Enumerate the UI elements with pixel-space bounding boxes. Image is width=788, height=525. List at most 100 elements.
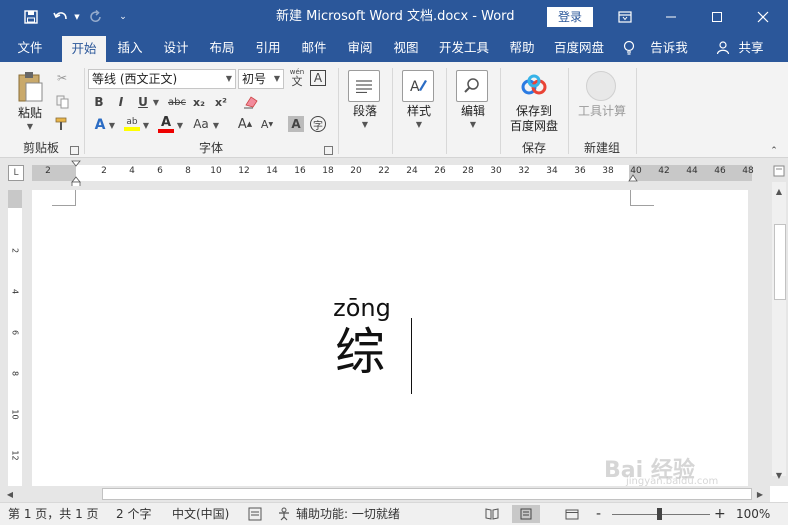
tab-review[interactable]: 审阅 xyxy=(338,34,382,62)
macro-record-icon[interactable] xyxy=(248,503,264,525)
zoom-in-button[interactable]: + xyxy=(714,503,726,525)
word-count[interactable]: 2 个字 xyxy=(116,503,151,525)
strikethrough-button[interactable]: abc xyxy=(166,94,188,110)
superscript-button[interactable]: x² xyxy=(212,94,230,110)
ribbon-display-icon[interactable] xyxy=(602,0,648,34)
scroll-down-icon[interactable]: ▼ xyxy=(770,466,788,484)
paragraph-icon[interactable] xyxy=(348,70,380,102)
font-color-dropdown-icon[interactable]: ▼ xyxy=(176,121,184,130)
undo-icon[interactable] xyxy=(50,0,72,34)
zoom-slider-thumb[interactable] xyxy=(657,508,662,520)
scroll-up-icon[interactable]: ▲ xyxy=(770,182,788,200)
vertical-scrollbar[interactable]: ▲ ▼ xyxy=(770,158,788,486)
clear-formatting-icon[interactable] xyxy=(242,94,260,110)
editing-dropdown-icon[interactable]: ▼ xyxy=(469,120,477,129)
paragraph-dropdown-icon[interactable]: ▼ xyxy=(361,120,369,129)
paragraph-button[interactable]: 段落 xyxy=(340,104,390,119)
zoom-level[interactable]: 100% xyxy=(736,503,770,525)
language-indicator[interactable]: 中文(中国) xyxy=(172,503,229,525)
maximize-icon[interactable] xyxy=(694,0,740,34)
font-color-icon[interactable]: A xyxy=(156,114,176,134)
styles-icon[interactable]: A xyxy=(402,70,434,102)
highlight-dropdown-icon[interactable]: ▼ xyxy=(142,121,150,130)
font-launcher-icon[interactable] xyxy=(324,146,333,155)
tab-selector[interactable]: L xyxy=(8,165,24,181)
grow-font-icon[interactable]: A ▲ xyxy=(236,116,254,132)
vertical-scroll-track[interactable] xyxy=(772,182,786,476)
tab-file[interactable]: 文件 xyxy=(8,34,52,62)
phonetic-guide-icon[interactable]: wén 文 xyxy=(288,66,306,88)
bold-button[interactable]: B xyxy=(92,94,106,110)
page-count[interactable]: 第 1 页，共 1 页 xyxy=(8,503,99,525)
right-indent-marker-icon[interactable] xyxy=(628,170,638,184)
share-button[interactable]: 共享 xyxy=(734,34,768,62)
tab-design[interactable]: 设计 xyxy=(154,34,198,62)
lightbulb-icon[interactable] xyxy=(622,34,636,62)
pinyin-text[interactable]: zōng xyxy=(332,294,392,322)
text-effects-icon[interactable]: A xyxy=(92,116,108,134)
save-to-baidu-label-2[interactable]: 百度网盘 xyxy=(502,119,566,134)
enclose-characters-icon[interactable]: 字 xyxy=(310,116,326,132)
tell-me-input[interactable]: 告诉我 xyxy=(644,34,694,62)
italic-button[interactable]: I xyxy=(114,94,128,110)
save-icon[interactable] xyxy=(20,0,42,34)
font-name-select[interactable]: 等线 (西文正文) ▼ xyxy=(88,69,236,89)
tab-layout[interactable]: 布局 xyxy=(200,34,244,62)
web-layout-icon[interactable] xyxy=(558,505,586,523)
character-shading-icon[interactable]: A xyxy=(288,116,304,132)
tab-insert[interactable]: 插入 xyxy=(108,34,152,62)
tab-references[interactable]: 引用 xyxy=(246,34,290,62)
subscript-button[interactable]: x₂ xyxy=(190,94,208,110)
styles-dropdown-icon[interactable]: ▼ xyxy=(415,120,423,129)
horizontal-scroll-thumb[interactable] xyxy=(102,488,752,500)
close-icon[interactable] xyxy=(740,0,786,34)
save-to-baidu-label-1[interactable]: 保存到 xyxy=(502,104,566,119)
minimize-icon[interactable] xyxy=(648,0,694,34)
vertical-ruler[interactable]: 2 4 6 8 10 12 xyxy=(8,190,22,486)
tab-view[interactable]: 视图 xyxy=(384,34,428,62)
search-icon[interactable] xyxy=(456,70,488,102)
ruler-toggle-icon[interactable] xyxy=(770,162,788,180)
shrink-font-icon[interactable]: A ▼ xyxy=(258,116,276,132)
indent-marker-icon[interactable] xyxy=(71,160,81,188)
highlight-color-icon[interactable]: ab xyxy=(122,114,142,134)
underline-button[interactable]: U xyxy=(136,94,150,110)
baidu-netdisk-icon[interactable] xyxy=(518,70,550,102)
font-size-select[interactable]: 初号 ▼ xyxy=(238,69,284,89)
styles-button[interactable]: 样式 xyxy=(394,104,444,119)
tab-home[interactable]: 开始 xyxy=(62,36,106,62)
read-mode-icon[interactable] xyxy=(478,505,506,523)
change-case-dropdown-icon[interactable]: ▼ xyxy=(212,121,220,130)
scroll-left-icon[interactable]: ◀ xyxy=(2,486,18,502)
login-button[interactable]: 登录 xyxy=(547,7,593,27)
zoom-out-button[interactable]: - xyxy=(596,503,606,525)
character-border-icon[interactable]: A xyxy=(310,70,326,86)
collapse-ribbon-icon[interactable]: ⌃ xyxy=(768,146,780,156)
vertical-scroll-thumb[interactable] xyxy=(774,224,786,300)
format-painter-icon[interactable] xyxy=(54,116,70,132)
chinese-character[interactable]: 综 xyxy=(325,322,395,382)
tab-help[interactable]: 帮助 xyxy=(500,34,544,62)
document-page[interactable]: zōng 综 xyxy=(32,190,748,486)
clipboard-launcher-icon[interactable] xyxy=(70,146,79,155)
change-case-button[interactable]: Aa xyxy=(190,116,212,132)
text-effects-dropdown-icon[interactable]: ▼ xyxy=(108,121,116,130)
undo-dropdown-icon[interactable]: ▼ xyxy=(72,0,82,34)
customize-icon[interactable]: ⌄ xyxy=(116,0,130,34)
underline-dropdown-icon[interactable]: ▼ xyxy=(152,98,160,107)
share-person-icon[interactable] xyxy=(716,34,730,62)
print-layout-icon[interactable] xyxy=(512,505,540,523)
tab-mailings[interactable]: 邮件 xyxy=(292,34,336,62)
tab-baidu-netdisk[interactable]: 百度网盘 xyxy=(548,34,610,62)
editing-button[interactable]: 编辑 xyxy=(448,104,498,119)
paste-dropdown-icon[interactable]: ▼ xyxy=(26,122,34,131)
accessibility-icon[interactable] xyxy=(276,503,294,525)
tab-developer[interactable]: 开发工具 xyxy=(434,34,494,62)
paste-icon[interactable] xyxy=(14,70,46,104)
horizontal-scrollbar[interactable]: ◀ ▶ xyxy=(0,486,770,502)
horizontal-ruler[interactable]: 2 2 4 6 8 10 12 14 16 18 20 22 24 26 28 30 32 34 36 38 40 42 4… xyxy=(32,165,754,181)
accessibility-status[interactable]: 辅助功能: 一切就绪 xyxy=(296,503,400,525)
copy-icon[interactable] xyxy=(54,94,70,110)
cut-icon[interactable]: ✂ xyxy=(54,70,70,86)
paste-button[interactable]: 粘贴 xyxy=(10,106,50,121)
